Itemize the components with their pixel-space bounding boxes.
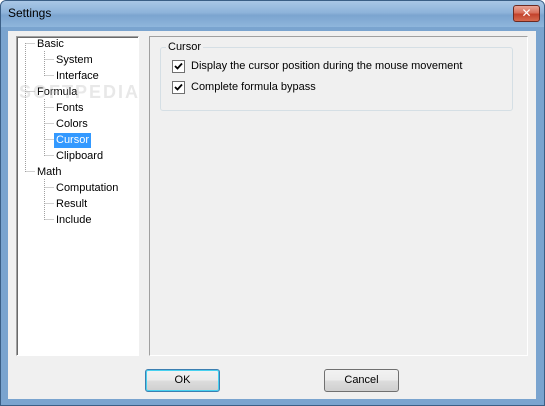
settings-window: Settings ✕ Basic System Interface Formul… (0, 0, 545, 406)
tree-item-formula[interactable]: Formula (35, 85, 79, 100)
settings-tree[interactable]: Basic System Interface Formula Fonts Col… (16, 36, 139, 356)
title-bar[interactable]: Settings ✕ (1, 1, 544, 27)
checkmark-icon (174, 62, 183, 70)
display-cursor-position-label[interactable]: Display the cursor position during the m… (191, 59, 462, 73)
dialog-client-area: Basic System Interface Formula Fonts Col… (8, 31, 536, 399)
close-icon: ✕ (521, 6, 532, 20)
tree-item-interface[interactable]: Interface (54, 69, 101, 84)
tree-item-result[interactable]: Result (54, 197, 89, 212)
close-button[interactable]: ✕ (513, 5, 540, 22)
tree-item-computation[interactable]: Computation (54, 181, 120, 196)
window-title: Settings (8, 6, 52, 20)
settings-content-panel: Cursor Display the cursor position durin… (149, 36, 528, 356)
tree-item-basic[interactable]: Basic (35, 37, 66, 52)
tree-item-clipboard[interactable]: Clipboard (54, 149, 105, 164)
tree-item-cursor[interactable]: Cursor (54, 133, 92, 148)
ok-button[interactable]: OK (145, 369, 220, 392)
display-cursor-position-checkbox[interactable] (172, 60, 185, 73)
tree-item-fonts[interactable]: Fonts (54, 101, 86, 116)
tree-item-system[interactable]: System (54, 53, 95, 68)
tree-item-colors[interactable]: Colors (54, 117, 90, 132)
cancel-button[interactable]: Cancel (324, 369, 399, 392)
checkmark-icon (174, 83, 183, 91)
complete-formula-bypass-checkbox[interactable] (172, 81, 185, 94)
complete-formula-bypass-label[interactable]: Complete formula bypass (191, 80, 316, 94)
cursor-group-title: Cursor (166, 40, 204, 54)
cursor-groupbox: Cursor Display the cursor position durin… (160, 40, 513, 111)
tree-item-math[interactable]: Math (35, 165, 63, 180)
tree-item-include[interactable]: Include (54, 213, 93, 228)
